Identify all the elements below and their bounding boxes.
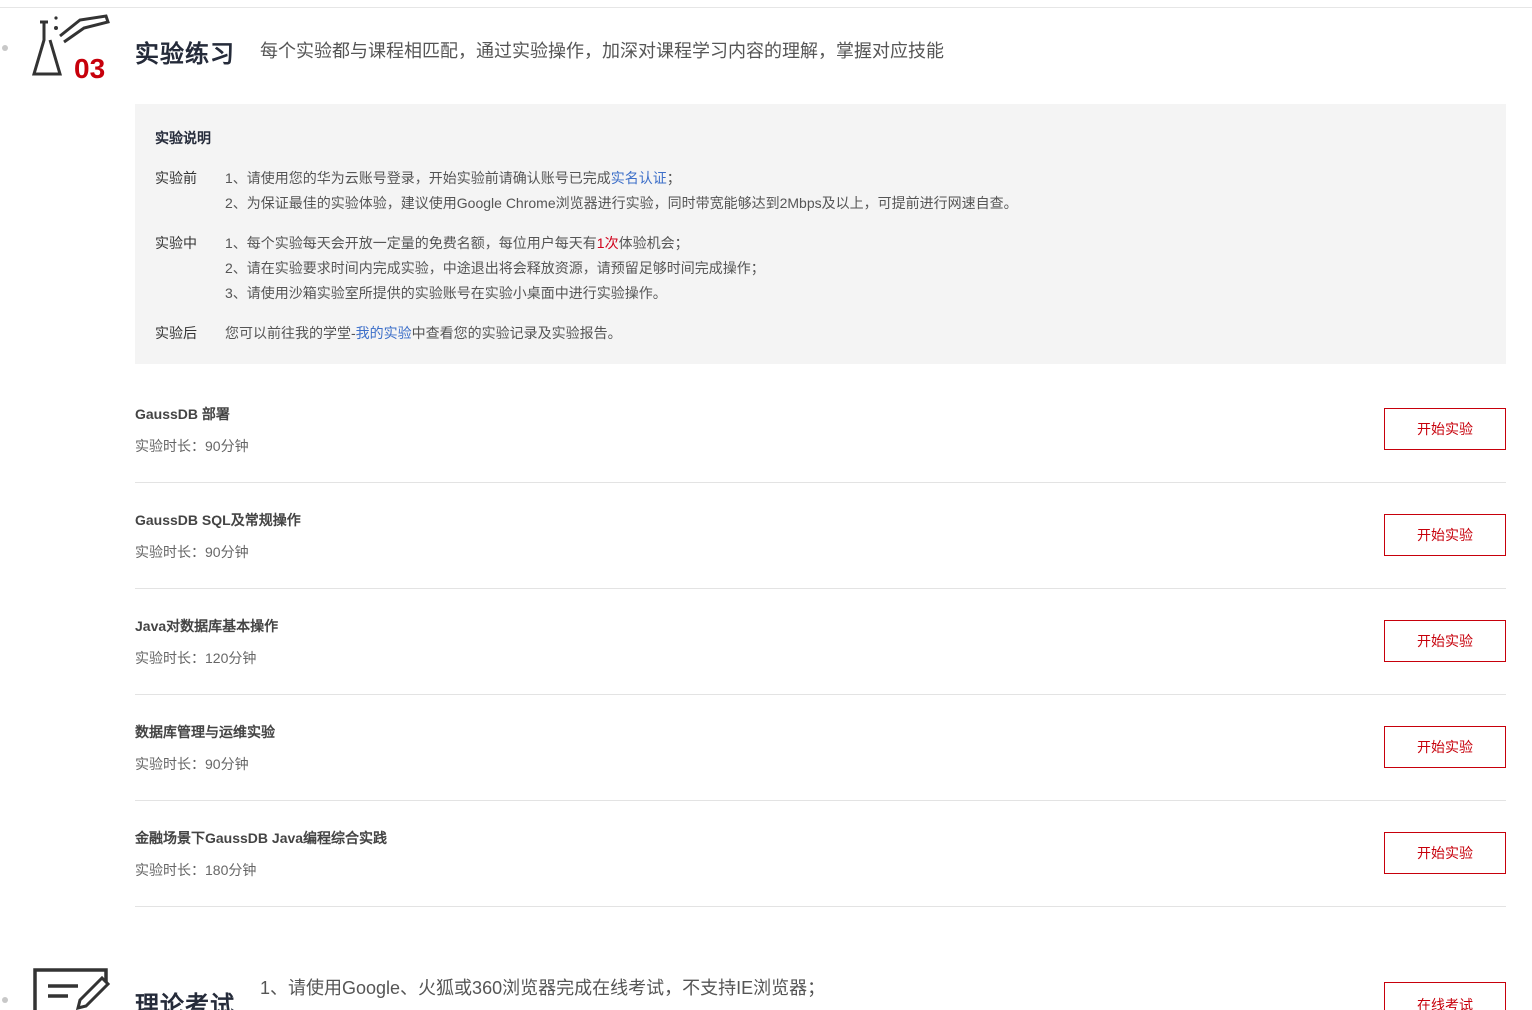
- real-name-auth-link[interactable]: 实名认证: [611, 170, 667, 186]
- lab-row: Java对数据库基本操作 实验时长：120分钟 开始实验: [135, 618, 1506, 695]
- notice-during-1: 1、每个实验每天会开放一定量的免费名额，每位用户每天有1次体验机会；: [225, 233, 689, 253]
- lab-duration: 实验时长：90分钟: [135, 756, 249, 772]
- start-lab-button[interactable]: 开始实验: [1384, 726, 1506, 768]
- section-bullet: [2, 997, 8, 1003]
- lab-title: GaussDB SQL及常规操作: [135, 512, 301, 528]
- start-lab-button[interactable]: 开始实验: [1384, 832, 1506, 874]
- notice-label-during: 实验中: [155, 235, 197, 251]
- section-number: 03: [74, 53, 105, 82]
- online-exam-button[interactable]: 在线考试: [1384, 982, 1506, 1010]
- lab-title: GaussDB 部署: [135, 406, 230, 422]
- notice-during-1-text: 1、每个实验每天会开放一定量的免费名额，每位用户每天有: [225, 235, 597, 251]
- notice-before-1-text: 1、请使用您的华为云账号登录，开始实验前请确认账号已完成: [225, 170, 611, 186]
- exam-paper-icon: [33, 968, 111, 1010]
- section-subtitle-lab: 每个实验都与课程相匹配，通过实验操作，加深对课程学习内容的理解，掌握对应技能: [260, 41, 944, 61]
- lab-duration: 实验时长：90分钟: [135, 438, 249, 454]
- notice-before-2: 2、为保证最佳的实验体验，建议使用Google Chrome浏览器进行实验，同时…: [225, 195, 1018, 211]
- notice-after-suffix: 中查看您的实验记录及实验报告。: [411, 325, 622, 341]
- start-lab-button[interactable]: 开始实验: [1384, 620, 1506, 662]
- notice-after-text: 您可以前往我的学堂-: [225, 325, 356, 341]
- free-quota-highlight: 1次: [596, 235, 619, 251]
- lab-row: GaussDB 部署 实验时长：90分钟 开始实验: [135, 406, 1506, 483]
- lab-title: 数据库管理与运维实验: [135, 724, 275, 740]
- notice-during-1-suffix: 体验机会；: [618, 235, 689, 251]
- exam-note-1: 1、请使用Google、火狐或360浏览器完成在线考试，不支持IE浏览器；: [260, 978, 826, 998]
- flask-icon: 03: [31, 14, 110, 82]
- notice-title: 实验说明: [155, 130, 211, 146]
- notice-before-1-suffix: ；: [666, 170, 681, 186]
- notice-during-2: 2、请在实验要求时间内完成实验，中途退出将会释放资源，请预留足够时间完成操作；: [225, 260, 765, 276]
- section-title-exam: 理论考试: [135, 992, 235, 1010]
- start-lab-button[interactable]: 开始实验: [1384, 514, 1506, 556]
- section-title-lab: 实验练习: [135, 41, 235, 68]
- lab-duration: 实验时长：180分钟: [135, 862, 257, 878]
- notice-after: 您可以前往我的学堂-我的实验中查看您的实验记录及实验报告。: [225, 323, 622, 343]
- section-bullet: [2, 45, 8, 51]
- start-lab-button[interactable]: 开始实验: [1384, 408, 1506, 450]
- lab-duration: 实验时长：120分钟: [135, 650, 257, 666]
- notice-before-1: 1、请使用您的华为云账号登录，开始实验前请确认账号已完成实名认证；: [225, 168, 681, 188]
- top-divider: [0, 7, 1532, 8]
- notice-label-after: 实验后: [155, 325, 197, 341]
- lab-notice-panel: 实验说明 实验前 1、请使用您的华为云账号登录，开始实验前请确认账号已完成实名认…: [135, 104, 1506, 364]
- lab-title: 金融场景下GaussDB Java编程综合实践: [135, 830, 388, 846]
- my-labs-link[interactable]: 我的实验: [356, 325, 412, 341]
- lab-row: 金融场景下GaussDB Java编程综合实践 实验时长：180分钟 开始实验: [135, 830, 1506, 907]
- notice-label-before: 实验前: [155, 170, 197, 186]
- lab-row: GaussDB SQL及常规操作 实验时长：90分钟 开始实验: [135, 512, 1506, 589]
- lab-title: Java对数据库基本操作: [135, 618, 279, 634]
- lab-duration: 实验时长：90分钟: [135, 544, 249, 560]
- exam-notes: 1、请使用Google、火狐或360浏览器完成在线考试，不支持IE浏览器；: [260, 976, 825, 1000]
- notice-during-3: 3、请使用沙箱实验室所提供的实验账号在实验小桌面中进行实验操作。: [225, 285, 667, 301]
- lab-row: 数据库管理与运维实验 实验时长：90分钟 开始实验: [135, 724, 1506, 801]
